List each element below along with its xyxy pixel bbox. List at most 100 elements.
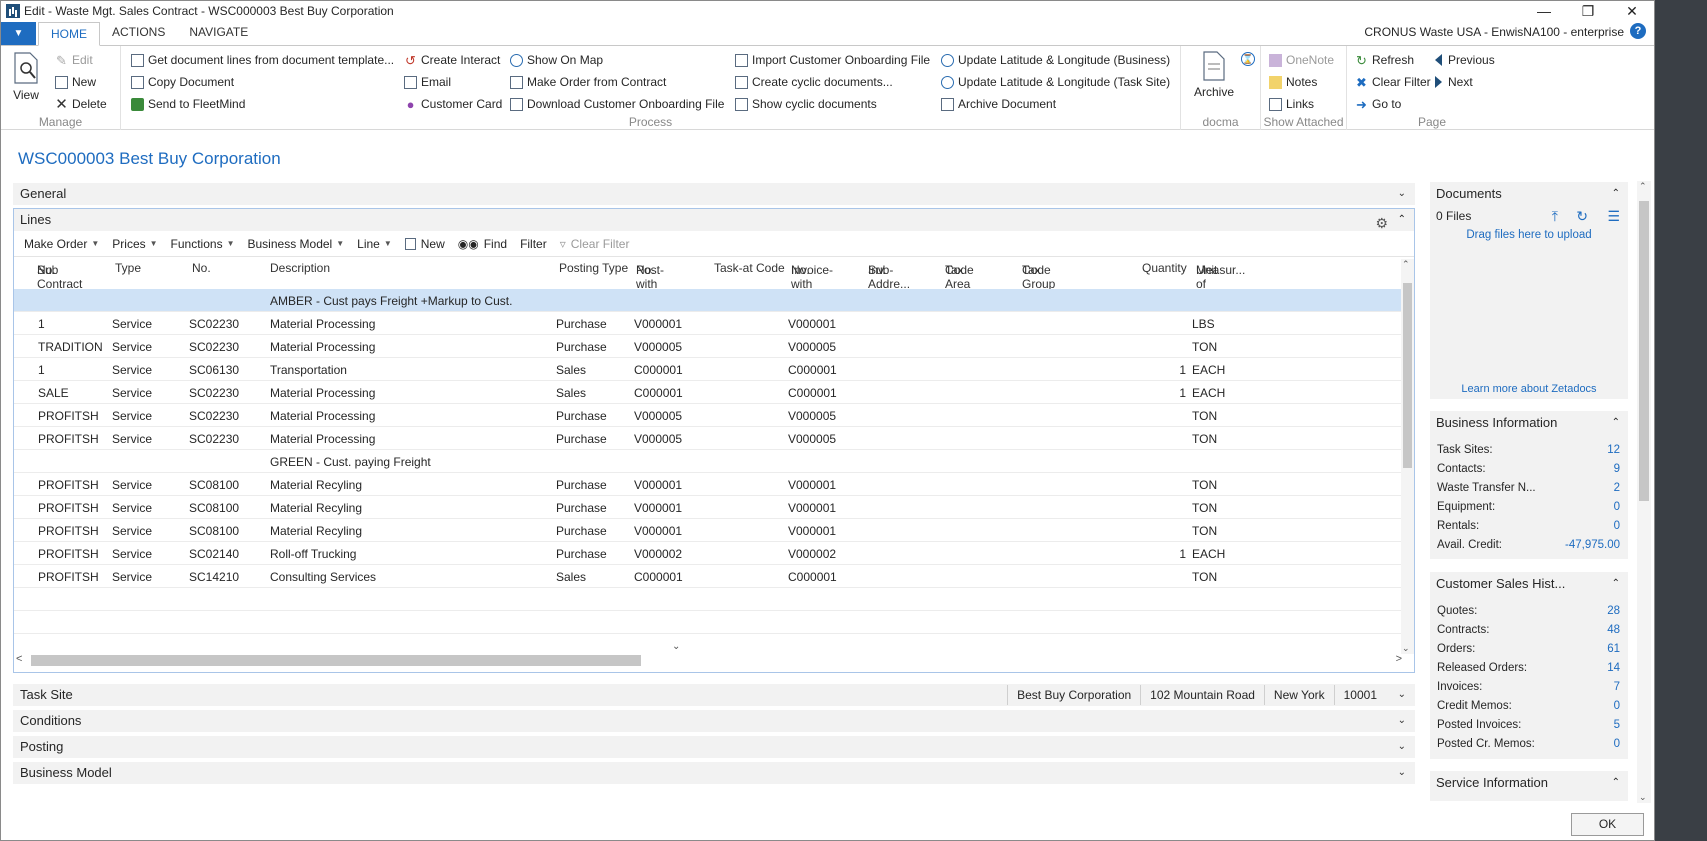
tab-home[interactable]: HOME: [38, 22, 100, 46]
scroll-more-icon[interactable]: ⌄: [672, 641, 680, 652]
factbox-row-value-link[interactable]: 7: [1614, 678, 1620, 697]
menu-icon[interactable]: ☰: [1607, 206, 1620, 226]
scroll-right-icon[interactable]: >: [1396, 653, 1402, 665]
upload-icon[interactable]: ⤒: [1552, 206, 1558, 226]
service-information-title[interactable]: Service Information ⌃: [1430, 771, 1628, 795]
tab-actions[interactable]: ACTIONS: [100, 21, 177, 45]
col-task-at-code[interactable]: Task-at Code: [714, 261, 785, 275]
show-cyclic-documents-button[interactable]: Show cyclic documents: [735, 94, 877, 114]
factbox-row-value-link[interactable]: 5: [1614, 716, 1620, 735]
close-button[interactable]: ✕: [1610, 3, 1654, 20]
refresh-button[interactable]: ↻ Refresh: [1355, 50, 1414, 70]
lines-new-button[interactable]: New: [404, 237, 445, 251]
get-document-lines-button[interactable]: Get document lines from document templat…: [131, 50, 394, 70]
table-row[interactable]: AMBER - Cust pays Freight +Markup to Cus…: [14, 289, 1404, 312]
send-to-fleetmind-button[interactable]: Send to FleetMind: [131, 94, 245, 114]
ok-button[interactable]: OK: [1571, 813, 1644, 836]
scroll-down-icon[interactable]: ⌄: [1639, 792, 1647, 803]
go-to-button[interactable]: ➜ Go to: [1355, 94, 1401, 114]
minimize-button[interactable]: —: [1522, 3, 1566, 19]
factbox-row-value-link[interactable]: 9: [1614, 460, 1620, 479]
customer-sales-history-title[interactable]: Customer Sales Hist... ⌃: [1430, 572, 1628, 596]
col-type[interactable]: Type: [115, 261, 141, 275]
table-row[interactable]: GREEN - Cust. paying Freight: [14, 450, 1404, 473]
conditions-fasttab[interactable]: Conditions ⌄: [13, 710, 1415, 732]
download-onboarding-file-button[interactable]: Download Customer Onboarding File: [510, 94, 724, 114]
import-onboarding-file-button[interactable]: Import Customer Onboarding File: [735, 50, 930, 70]
task-site-fasttab[interactable]: Task Site Best Buy Corporation 102 Mount…: [13, 684, 1415, 706]
learn-more-link[interactable]: Learn more about Zetadocs: [1430, 383, 1628, 395]
posting-fasttab[interactable]: Posting ⌄: [13, 736, 1415, 758]
copy-document-button[interactable]: Copy Document: [131, 72, 234, 92]
view-button[interactable]: View: [7, 51, 45, 102]
onenote-button[interactable]: OneNote: [1269, 50, 1334, 70]
horizontal-scrollbar[interactable]: < >: [14, 653, 1404, 667]
archive-button[interactable]: Archive: [1189, 50, 1239, 99]
update-latlng-tasksite-button[interactable]: Update Latitude & Longitude (Task Site): [941, 72, 1170, 92]
update-latlng-business-button[interactable]: Update Latitude & Longitude (Business): [941, 50, 1170, 70]
previous-button[interactable]: Previous: [1435, 50, 1495, 70]
factbox-row-value-link[interactable]: 0: [1614, 735, 1620, 754]
col-posting-type[interactable]: Posting Type: [559, 261, 628, 275]
lines-clear-filter-button[interactable]: ▿ Clear Filter: [560, 237, 630, 251]
table-row[interactable]: PROFITSH Service SC02230 Material Processin…: [14, 427, 1404, 450]
docma-info-icon[interactable]: ⌛: [1241, 52, 1255, 66]
col-description[interactable]: Description: [270, 261, 330, 275]
make-order-from-contract-button[interactable]: Make Order from Contract: [510, 72, 666, 92]
filter-button[interactable]: Filter: [520, 237, 547, 251]
col-quantity[interactable]: Quantity: [1142, 261, 1187, 275]
table-row[interactable]: PROFITSH Service SC08100 Material Recyling P…: [14, 496, 1404, 519]
col-no[interactable]: No.: [192, 261, 211, 275]
table-row[interactable]: PROFITSH Service SC08100 Material Recyling P…: [14, 473, 1404, 496]
factbox-row-value-link[interactable]: 48: [1607, 621, 1620, 640]
email-button[interactable]: Email: [404, 72, 451, 92]
find-button[interactable]: ◉◉ Find: [458, 237, 507, 251]
chevron-up-icon[interactable]: ⌃: [1398, 209, 1406, 231]
application-menu-button[interactable]: ▼: [1, 22, 36, 45]
refresh-icon[interactable]: ↻: [1576, 206, 1588, 226]
scroll-up-icon[interactable]: ⌃: [1639, 181, 1647, 192]
factbox-row-value-link[interactable]: 0: [1614, 498, 1620, 517]
factbox-row-value-link[interactable]: 0: [1614, 697, 1620, 716]
maximize-button[interactable]: ❐: [1566, 3, 1610, 20]
scrollbar-thumb[interactable]: [1403, 283, 1412, 468]
scroll-up-icon[interactable]: ⌃: [1402, 259, 1410, 270]
tab-navigate[interactable]: NAVIGATE: [177, 21, 260, 45]
edit-button[interactable]: ✎ Edit: [55, 50, 93, 70]
page-scrollbar-thumb[interactable]: [1639, 201, 1649, 501]
factbox-row-value-link[interactable]: 2: [1614, 479, 1620, 498]
archive-document-button[interactable]: Archive Document: [941, 94, 1056, 114]
table-row[interactable]: TRADITION Service SC02230 Material Processi…: [14, 335, 1404, 358]
page-vertical-scrollbar[interactable]: ⌃ ⌄: [1637, 181, 1651, 803]
factbox-row-value-link[interactable]: 61: [1607, 640, 1620, 659]
table-row[interactable]: 1 Service SC02230 Material Processing Purcha…: [14, 312, 1404, 335]
make-order-menu[interactable]: Make Order ▼: [24, 237, 99, 251]
general-fasttab[interactable]: General ⌄: [13, 183, 1415, 205]
table-row[interactable]: PROFITSH Service SC08100 Material Recyling P…: [14, 519, 1404, 542]
factbox-row-value-link[interactable]: 14: [1607, 659, 1620, 678]
table-row[interactable]: 1 Service SC06130 Transportation Sales C00000…: [14, 358, 1404, 381]
next-button[interactable]: Next: [1435, 72, 1473, 92]
business-information-title[interactable]: Business Information ⌃: [1430, 411, 1628, 435]
vertical-scrollbar[interactable]: ⌃ ⌄: [1401, 259, 1414, 654]
show-on-map-button[interactable]: Show On Map: [510, 50, 603, 70]
gear-icon[interactable]: ⚙: [1375, 212, 1388, 234]
scroll-left-icon[interactable]: <: [16, 653, 22, 665]
create-interact-button[interactable]: ↺ Create Interact: [404, 50, 500, 70]
factbox-row-value-link[interactable]: 28: [1607, 602, 1620, 621]
functions-menu[interactable]: Functions ▼: [171, 237, 235, 251]
factbox-row-value-link[interactable]: 0: [1614, 517, 1620, 536]
prices-menu[interactable]: Prices ▼: [112, 237, 157, 251]
factbox-row-value-link[interactable]: -47,975.00: [1565, 536, 1620, 555]
create-cyclic-documents-button[interactable]: Create cyclic documents...: [735, 72, 893, 92]
customer-card-button[interactable]: ● Customer Card: [404, 94, 503, 114]
notes-button[interactable]: Notes: [1269, 72, 1317, 92]
table-row[interactable]: PROFITSH Service SC02140 Roll-off Trucking P…: [14, 542, 1404, 565]
table-row[interactable]: SALE Service SC02230 Material Processing Sal…: [14, 381, 1404, 404]
table-row[interactable]: PROFITSH Service SC14210 Consulting Service…: [14, 565, 1404, 588]
table-row[interactable]: PROFITSH Service SC02230 Material Processin…: [14, 404, 1404, 427]
new-button[interactable]: New: [55, 72, 96, 92]
help-icon[interactable]: ?: [1630, 23, 1646, 39]
business-model-fasttab[interactable]: Business Model ⌄: [13, 762, 1415, 784]
clear-filter-button[interactable]: ✖ Clear Filter: [1355, 72, 1431, 92]
